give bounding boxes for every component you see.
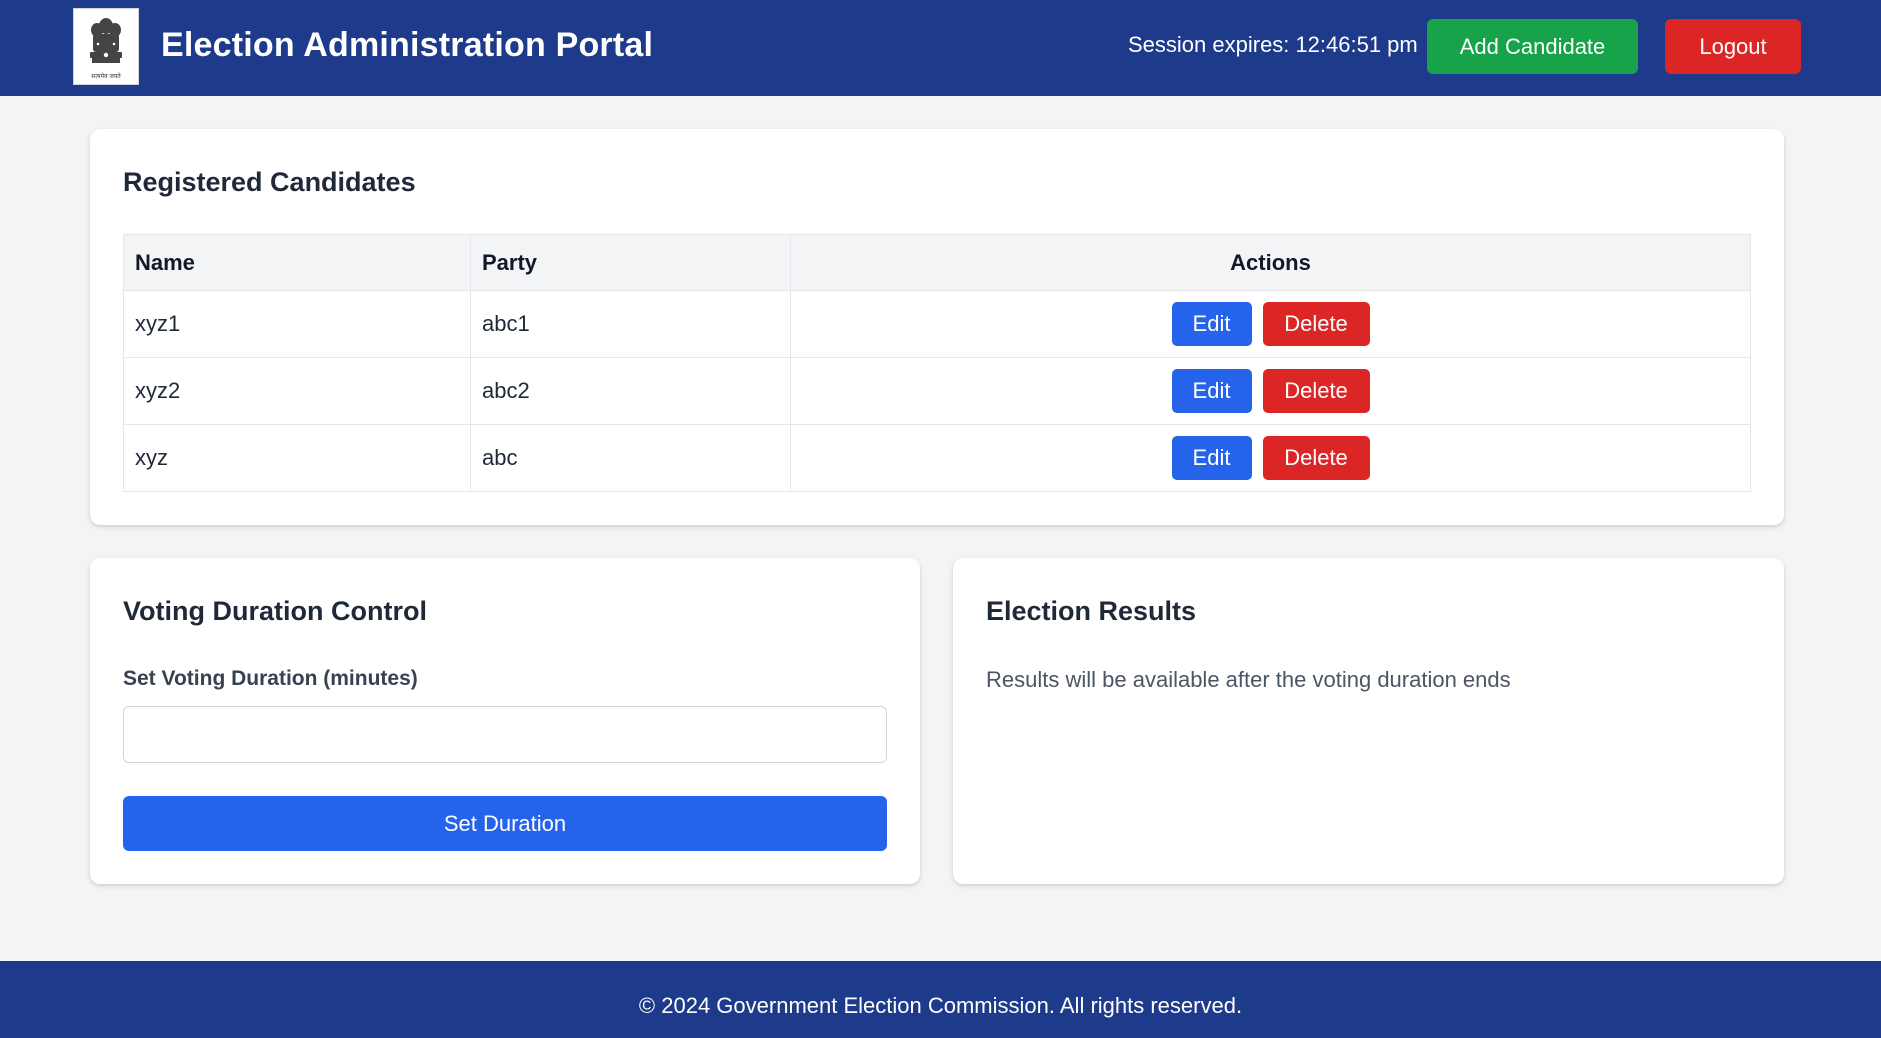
table-row: xyz abc Edit Delete [123,424,1751,492]
add-candidate-button[interactable]: Add Candidate [1427,19,1638,74]
candidate-name: xyz1 [123,290,471,358]
table-row: xyz1 abc1 Edit Delete [123,290,1751,358]
delete-button[interactable]: Delete [1262,302,1370,346]
duration-field-label: Set Voting Duration (minutes) [123,667,418,690]
candidate-actions: Edit Delete [790,290,1751,358]
edit-button[interactable]: Edit [1171,369,1252,413]
election-results-title: Election Results [986,596,1197,626]
portal-title: Election Administration Portal [161,26,654,64]
voting-duration-card: Voting Duration Control Set Voting Durat… [90,558,920,884]
candidate-party: abc [470,424,791,492]
session-label: Session expires: [1128,32,1290,57]
set-duration-button[interactable]: Set Duration [123,796,887,851]
table-row: xyz2 abc2 Edit Delete [123,357,1751,425]
candidates-table: Name Party Actions xyz1 abc1 Edit Delete… [123,234,1751,492]
national-emblem-logo: सत्यमेव जयते [73,8,139,85]
voting-duration-title: Voting Duration Control [123,596,427,626]
emblem-caption: सत्यमेव जयते [91,72,121,80]
edit-button[interactable]: Edit [1171,436,1252,480]
session-time: 12:46:51 pm [1295,32,1418,57]
election-results-card: Election Results Results will be availab… [953,558,1784,884]
column-header-party: Party [470,234,791,291]
session-timer: Session expires: 12:46:51 pm [1128,32,1418,58]
registered-candidates-card: Registered Candidates Name Party Actions… [90,129,1784,525]
table-header-row: Name Party Actions [123,234,1751,291]
top-navbar: सत्यमेव जयते Election Administration Por… [0,0,1881,96]
candidate-actions: Edit Delete [790,357,1751,425]
results-message: Results will be available after the voti… [986,667,1511,692]
page-footer: © 2024 Government Election Commission. A… [0,961,1881,1038]
delete-button[interactable]: Delete [1262,369,1370,413]
candidate-party: abc1 [470,290,791,358]
registered-candidates-title: Registered Candidates [123,167,416,197]
edit-button[interactable]: Edit [1171,302,1252,346]
candidate-party: abc2 [470,357,791,425]
duration-input[interactable] [123,706,887,763]
candidate-name: xyz [123,424,471,492]
logout-button[interactable]: Logout [1665,19,1801,74]
candidate-name: xyz2 [123,357,471,425]
emblem-icon [90,17,122,63]
column-header-name: Name [123,234,471,291]
footer-copyright: © 2024 Government Election Commission. A… [638,992,1243,1018]
column-header-actions: Actions [790,234,1751,291]
delete-button[interactable]: Delete [1262,436,1370,480]
candidate-actions: Edit Delete [790,424,1751,492]
